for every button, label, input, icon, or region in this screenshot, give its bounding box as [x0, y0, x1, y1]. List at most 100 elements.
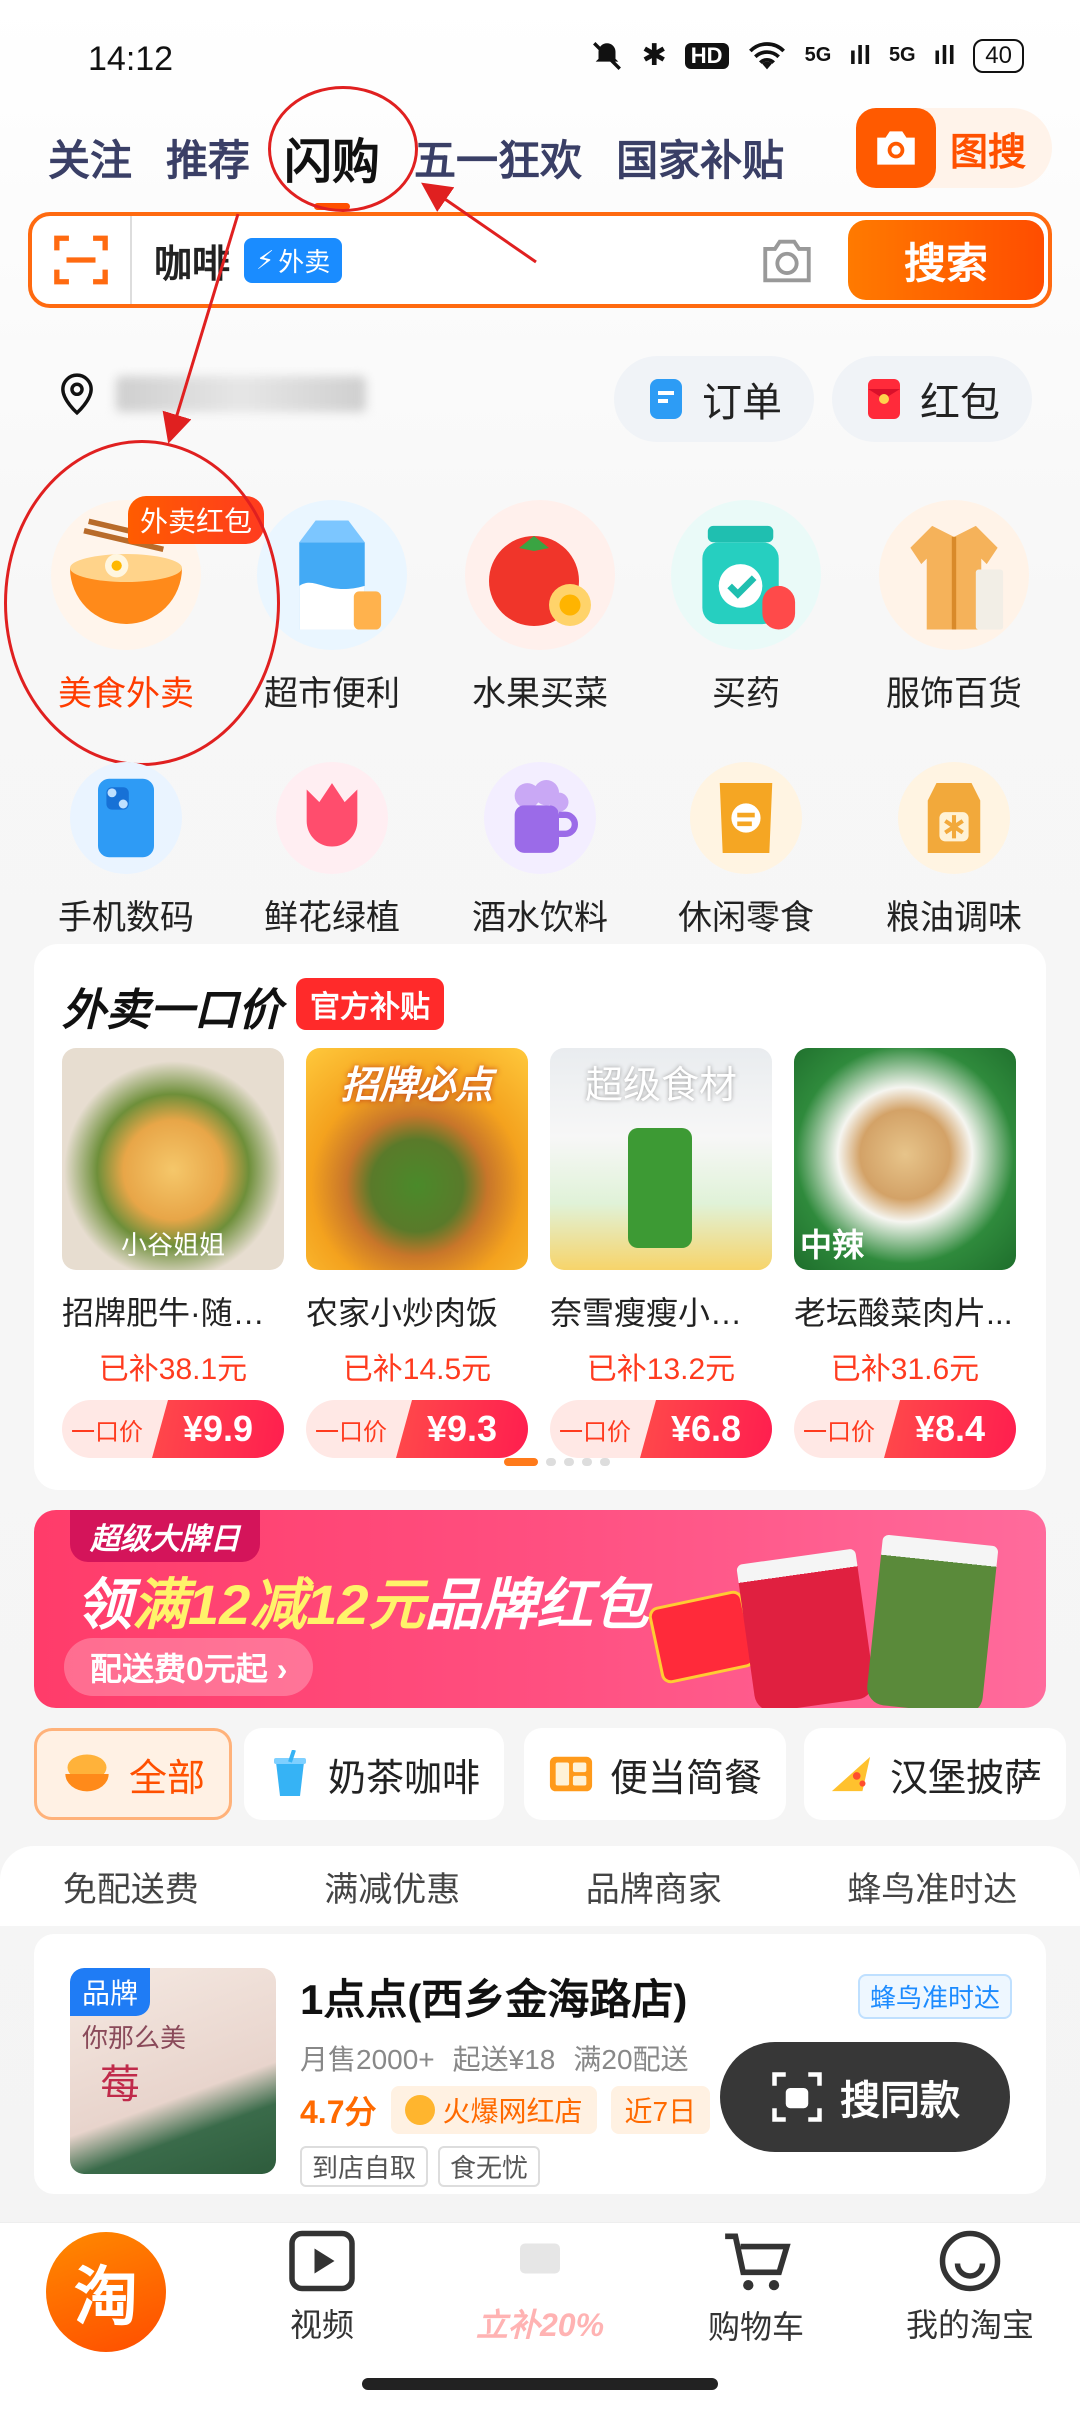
search-same-button[interactable]: 搜同款 — [720, 2042, 1010, 2152]
scan-icon[interactable] — [32, 216, 132, 304]
store-meta: 月售2000+ 起送¥18 满20配送 — [300, 2038, 689, 2078]
green-bottle-shape — [628, 1128, 692, 1248]
bento-icon — [549, 1756, 593, 1792]
nav-my-taobao[interactable]: 我的淘宝 — [880, 2228, 1060, 2346]
deal-item[interactable]: 中辣 老坛酸菜肉片... 已补31.6元 一口价 ¥8.4 — [794, 1048, 1016, 1458]
lightning-icon: ⚡ — [256, 244, 275, 275]
drink-cup-icon — [484, 762, 596, 874]
price-value: ¥8.4 — [884, 1400, 1016, 1458]
search-button[interactable]: 搜索 — [848, 220, 1044, 300]
carousel-dots — [504, 1458, 610, 1466]
red-packet-button[interactable]: 红包 — [832, 356, 1032, 442]
brand-day-banner[interactable]: 超级大牌日 领满12减12元品牌红包 配送费0元起 › — [34, 1510, 1046, 1708]
category-label: 酒水饮料 — [472, 899, 608, 937]
category-fruit-veg[interactable]: 水果买菜 — [440, 500, 640, 715]
pill-bottle-icon — [671, 500, 821, 650]
nav-subsidy[interactable]: 立补20% — [450, 2228, 630, 2346]
tab-follow[interactable]: 关注 — [48, 127, 132, 188]
price-value: ¥9.3 — [396, 1400, 528, 1458]
store-score: 4.7分 — [300, 2094, 377, 2130]
filter-brand[interactable]: 品牌商家 — [586, 1862, 722, 1911]
pizza-icon — [831, 1756, 871, 1792]
filter-free-delivery[interactable]: 免配送费 — [63, 1862, 199, 1911]
deal-item-image: 超级食材 — [550, 1048, 772, 1270]
milk-carton-icon — [257, 500, 407, 650]
deal-item-price[interactable]: 一口价 ¥9.9 — [62, 1400, 284, 1458]
badge-icon — [404, 2095, 435, 2125]
category-medicine[interactable]: 买药 — [646, 500, 846, 715]
deal-item-price[interactable]: 一口价 ¥9.3 — [306, 1400, 528, 1458]
bluetooth-icon: ✱ — [641, 39, 667, 72]
chip-milk-tea-coffee[interactable]: 奶茶咖啡 — [244, 1728, 505, 1820]
deal-item-image-text: 中辣 — [800, 1227, 865, 1263]
store-tag-pickup: 到店自取 — [300, 2146, 429, 2187]
deal-item[interactable]: 小谷姐姐 招牌肥牛·随心... 已补38.1元 一口价 ¥9.9 — [62, 1048, 284, 1458]
nav-cart[interactable]: 购物车 — [666, 2228, 846, 2348]
search-same-label: 搜同款 — [840, 2079, 960, 2123]
scan-bag-icon — [772, 2072, 822, 2122]
battery-icon: 40 — [973, 38, 1024, 73]
category-snacks[interactable]: 休闲零食 — [646, 762, 846, 939]
tulip-icon — [276, 762, 388, 874]
search-query[interactable]: 咖啡 — [154, 233, 230, 288]
bowl-icon — [65, 1754, 109, 1792]
carousel-dot — [564, 1458, 574, 1466]
signal-bars-icon-2: ıll — [933, 40, 956, 70]
deal-item-price[interactable]: 一口价 ¥6.8 — [550, 1400, 772, 1458]
chip-label: 汉堡披萨 — [890, 1757, 1043, 1800]
nav-home-taobao[interactable]: 淘 — [46, 2232, 166, 2352]
category-label: 休闲零食 — [678, 899, 814, 937]
location-pin-icon — [61, 373, 93, 416]
store-delivery-rule: 满20配送 — [573, 2044, 689, 2075]
chip-label: 便当简餐 — [610, 1757, 763, 1800]
store-monthly-sales: 月售2000+ — [300, 2044, 435, 2075]
filter-on-time[interactable]: 蜂鸟准时达 — [847, 1862, 1017, 1911]
category-electronics[interactable]: 手机数码 — [26, 762, 226, 939]
deal-item-name: 老坛酸菜肉片... — [794, 1295, 1013, 1331]
tab-may-day[interactable]: 五一狂欢 — [414, 127, 582, 188]
red-packet-label: 红包 — [920, 381, 1000, 425]
nav-video[interactable]: 视频 — [232, 2228, 412, 2346]
orders-button[interactable]: 订单 — [614, 356, 814, 442]
orders-label: 订单 — [702, 381, 782, 425]
chip-bento[interactable]: 便当简餐 — [524, 1728, 787, 1820]
cart-icon — [725, 2233, 791, 2291]
deal-item-price[interactable]: 一口价 ¥8.4 — [794, 1400, 1016, 1458]
tomato-icon — [465, 500, 615, 650]
location[interactable] — [58, 372, 366, 416]
image-search-button[interactable]: 图搜 — [856, 108, 1052, 188]
search-bar[interactable]: 咖啡 ⚡ 外卖 搜索 — [28, 212, 1052, 308]
chip-all[interactable]: 全部 — [34, 1728, 233, 1820]
price-prefix: 一口价 — [803, 1418, 875, 1446]
store-tag-safe: 食无忧 — [438, 2146, 541, 2187]
deal-item[interactable]: 超级食材 奈雪瘦瘦小绿瓶 已补13.2元 一口价 ¥6.8 — [550, 1048, 772, 1458]
location-address-redacted — [116, 376, 366, 412]
banner-headline-pre: 领 — [76, 1573, 132, 1636]
category-grain-oil[interactable]: 粮油调味 — [854, 762, 1054, 939]
search-tag: ⚡ 外卖 — [244, 237, 343, 283]
category-label: 服饰百货 — [886, 675, 1022, 713]
deal-item-image-text: 小谷姐姐 — [120, 1230, 225, 1260]
category-flowers[interactable]: 鲜花绿植 — [232, 762, 432, 939]
price-prefix: 一口价 — [71, 1418, 143, 1446]
deal-item-image: 招牌必点 — [306, 1048, 528, 1270]
tab-recommend[interactable]: 推荐 — [166, 127, 250, 188]
store-image-char: 莓 — [100, 2063, 140, 2107]
deal-badge: 官方补贴 — [296, 978, 444, 1030]
category-apparel[interactable]: 服饰百货 — [854, 500, 1054, 715]
category-drinks[interactable]: 酒水饮料 — [440, 762, 640, 939]
store-image-text: 你那么美 — [82, 2023, 187, 2053]
store-hot-tag: 火爆网红店 — [390, 2086, 597, 2134]
category-label: 水果买菜 — [472, 675, 608, 713]
deal-item[interactable]: 招牌必点 农家小炒肉饭 已补14.5元 一口价 ¥9.3 — [306, 1048, 528, 1458]
gesture-home-bar[interactable] — [362, 2378, 718, 2390]
filter-discount[interactable]: 满减优惠 — [324, 1862, 460, 1911]
chip-burger-pizza[interactable]: 汉堡披萨 — [804, 1728, 1067, 1820]
search-camera-icon[interactable] — [758, 236, 816, 291]
price-value: ¥6.8 — [640, 1400, 772, 1458]
order-icon — [650, 379, 682, 419]
deal-item-subsidy: 已补14.5元 — [342, 1353, 492, 1386]
tab-national-subsidy[interactable]: 国家补贴 — [616, 127, 784, 188]
category-label: 手机数码 — [58, 899, 194, 937]
store-min-order: 起送¥18 — [452, 2044, 556, 2075]
